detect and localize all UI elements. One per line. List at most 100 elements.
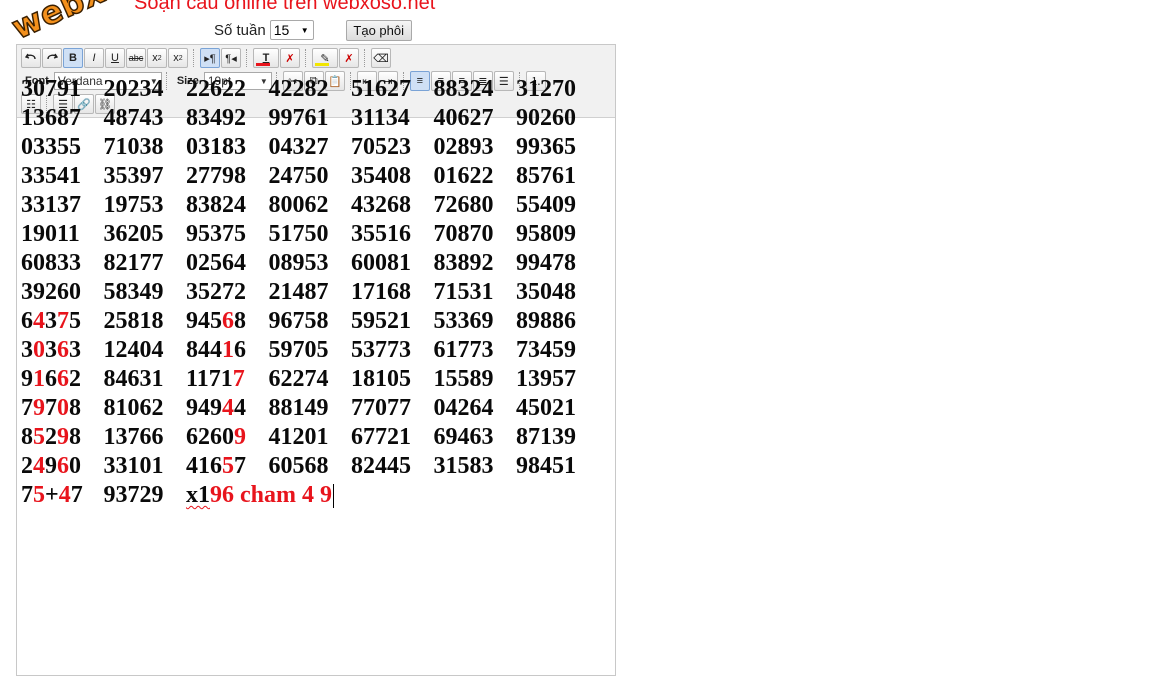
chevron-down-icon: ▼ bbox=[300, 25, 309, 35]
remove-highlight-icon[interactable]: ✗ bbox=[339, 48, 359, 68]
result-row: 30363 12404 84416 59705 53773 61773 73459 bbox=[21, 336, 599, 365]
result-number: 62609 bbox=[186, 424, 246, 450]
result-number: 31270 bbox=[516, 76, 576, 102]
result-number: 40627 bbox=[433, 105, 494, 131]
subscript-icon[interactable]: x2 bbox=[147, 48, 167, 68]
result-row: 33541 35397 27798 24750 35408 01622 85761 bbox=[21, 162, 599, 191]
result-number: 51750 bbox=[268, 221, 329, 247]
result-number: 99365 bbox=[516, 134, 576, 160]
result-number: 70870 bbox=[433, 221, 494, 247]
remove-text-color-icon[interactable]: ✗ bbox=[280, 48, 300, 68]
undo-icon[interactable] bbox=[21, 48, 41, 68]
result-row: 91662 84631 11717 62274 18105 15589 13957 bbox=[21, 365, 599, 394]
result-row: 24960 33101 41657 60568 82445 31583 98451 bbox=[21, 452, 599, 481]
result-number: 67721 bbox=[351, 424, 411, 450]
result-number: 39260 bbox=[21, 279, 81, 305]
result-number: 20234 bbox=[103, 76, 164, 102]
result-row: 85298 13766 62609 41201 67721 69463 87139 bbox=[21, 423, 599, 452]
result-number: 15589 bbox=[433, 366, 494, 392]
result-number: 94944 bbox=[186, 395, 246, 421]
result-number: 89886 bbox=[516, 308, 576, 334]
italic-icon[interactable]: I bbox=[84, 48, 104, 68]
underline-icon[interactable]: U bbox=[105, 48, 125, 68]
result-row: 79708 81062 94944 88149 77077 04264 45021 bbox=[21, 394, 599, 423]
strikethrough-icon[interactable]: abc bbox=[126, 48, 146, 68]
weeks-select[interactable]: 15 ▼ bbox=[269, 20, 314, 40]
toolbar-separator bbox=[246, 49, 248, 67]
page-title: Soạn cầu online trên webxoso.net bbox=[134, 0, 436, 14]
result-row: 39260 58349 35272 21487 17168 71531 35048 bbox=[21, 278, 599, 307]
result-row: 30791 20234 22622 42282 51627 88324 31270 bbox=[21, 75, 599, 104]
result-row: 33137 19753 83824 80062 43268 72680 55409 bbox=[21, 191, 599, 220]
eraser-icon[interactable]: ⌫ bbox=[371, 48, 391, 68]
result-number: 83892 bbox=[433, 250, 494, 276]
weeks-select-value: 15 bbox=[273, 22, 290, 38]
result-number: 43268 bbox=[351, 192, 411, 218]
result-number: 91662 bbox=[21, 366, 81, 392]
result-number: 85298 bbox=[21, 424, 81, 450]
result-number: 60081 bbox=[351, 250, 411, 276]
result-row: 60833 82177 02564 08953 60081 83892 99478 bbox=[21, 249, 599, 278]
result-number: 35516 bbox=[351, 221, 411, 247]
result-number: 71038 bbox=[103, 134, 164, 160]
result-number: 04264 bbox=[433, 395, 494, 421]
result-number: 35408 bbox=[351, 163, 411, 189]
result-row: 64375 25818 94568 96758 59521 53369 89886 bbox=[21, 307, 599, 336]
result-number: 61773 bbox=[433, 337, 494, 363]
controls-bar: Số tuần 15 ▼ Tạo phôi bbox=[214, 19, 412, 41]
ltr-direction-icon[interactable]: ▸¶ bbox=[200, 48, 220, 68]
result-number: 11717 bbox=[186, 366, 245, 392]
result-number: 71531 bbox=[433, 279, 494, 305]
result-number: 79708 bbox=[21, 395, 81, 421]
result-number: 36205 bbox=[103, 221, 164, 247]
redo-icon[interactable] bbox=[42, 48, 62, 68]
result-number: 03355 bbox=[21, 134, 81, 160]
toolbar-separator bbox=[364, 49, 366, 67]
result-number: 08953 bbox=[268, 250, 329, 276]
result-number: 19011 bbox=[21, 221, 80, 247]
result-number: 13957 bbox=[516, 366, 576, 392]
text-color-icon[interactable]: T bbox=[253, 48, 279, 68]
result-number: 84631 bbox=[103, 366, 164, 392]
result-number: 94568 bbox=[186, 308, 246, 334]
result-number: 98451 bbox=[516, 453, 576, 479]
highlight-color-icon[interactable]: ✎ bbox=[312, 48, 338, 68]
result-number: 41657 bbox=[186, 453, 246, 479]
analysis-row: 75+47 93729 x196 cham 4 9 bbox=[21, 481, 599, 510]
generate-button[interactable]: Tạo phôi bbox=[345, 19, 412, 41]
result-number: 72680 bbox=[433, 192, 494, 218]
result-number: 30791 bbox=[21, 76, 81, 102]
result-number: 02564 bbox=[186, 250, 246, 276]
result-number: 82177 bbox=[103, 250, 164, 276]
result-number: 30363 bbox=[21, 337, 81, 363]
result-number: 82445 bbox=[351, 453, 411, 479]
result-number: 59705 bbox=[268, 337, 329, 363]
result-number: 95375 bbox=[186, 221, 246, 247]
result-number: 99761 bbox=[268, 105, 329, 131]
editor-content[interactable]: 30791 20234 22622 42282 51627 88324 31270 13687… bbox=[21, 75, 599, 510]
superscript-icon[interactable]: x2 bbox=[168, 48, 188, 68]
result-number: 13687 bbox=[21, 105, 81, 131]
result-number: 53369 bbox=[433, 308, 494, 334]
result-number: 33541 bbox=[21, 163, 81, 189]
result-row: 19011 36205 95375 51750 35516 70870 95809 bbox=[21, 220, 599, 249]
result-number: 45021 bbox=[516, 395, 576, 421]
result-number: 69463 bbox=[433, 424, 494, 450]
result-number: 83824 bbox=[186, 192, 246, 218]
result-number: 88324 bbox=[433, 76, 494, 102]
bold-icon[interactable]: B bbox=[63, 48, 83, 68]
result-number: 87139 bbox=[516, 424, 576, 450]
result-number: 95809 bbox=[516, 221, 576, 247]
result-number: 42282 bbox=[268, 76, 329, 102]
weeks-label: Số tuần bbox=[214, 21, 266, 39]
result-number: 35048 bbox=[516, 279, 576, 305]
result-number: 51627 bbox=[351, 76, 411, 102]
text-color-swatch bbox=[256, 63, 270, 66]
result-number: 35272 bbox=[186, 279, 246, 305]
result-number: 99478 bbox=[516, 250, 576, 276]
text-cursor bbox=[333, 484, 334, 509]
rtl-direction-icon[interactable]: ¶◂ bbox=[221, 48, 241, 68]
result-number: 88149 bbox=[268, 395, 329, 421]
result-number: 58349 bbox=[103, 279, 164, 305]
analysis-cell: 75+47 bbox=[21, 482, 83, 508]
